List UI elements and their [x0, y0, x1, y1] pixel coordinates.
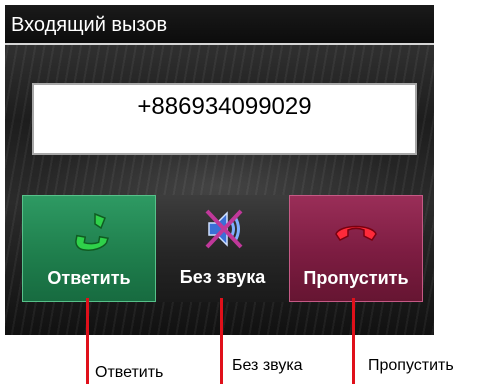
- caller-number: +886934099029: [137, 93, 312, 120]
- speaker-muted-icon: [205, 209, 242, 249]
- window-title: Входящий вызов: [11, 14, 168, 36]
- reject-callout-line: [352, 298, 355, 384]
- answer-button-label: Ответить: [47, 268, 131, 288]
- incoming-call-screen: Входящий вызов +886934099029 Ответить Бе…: [5, 5, 434, 335]
- mute-button-label: Без звука: [179, 267, 266, 287]
- callout-illustration: Входящий вызов +886934099029 Ответить Бе…: [0, 0, 485, 384]
- mute-callout-line: [220, 298, 223, 384]
- phone-answer-icon: [75, 212, 109, 251]
- title-bar: Входящий вызов: [5, 5, 434, 45]
- answer-button[interactable]: Ответить: [22, 195, 156, 302]
- answer-callout-line: [86, 298, 89, 384]
- reject-button[interactable]: Пропустить: [289, 195, 423, 302]
- phone-hangup-icon: [335, 225, 377, 241]
- mute-callout-label: Без звука: [232, 357, 303, 374]
- mute-button[interactable]: Без звука: [156, 195, 289, 302]
- reject-callout-label: Пропустить: [368, 357, 454, 374]
- answer-callout-label: Ответить: [95, 364, 164, 381]
- reject-button-label: Пропустить: [303, 268, 409, 288]
- caller-number-field: +886934099029: [32, 83, 417, 155]
